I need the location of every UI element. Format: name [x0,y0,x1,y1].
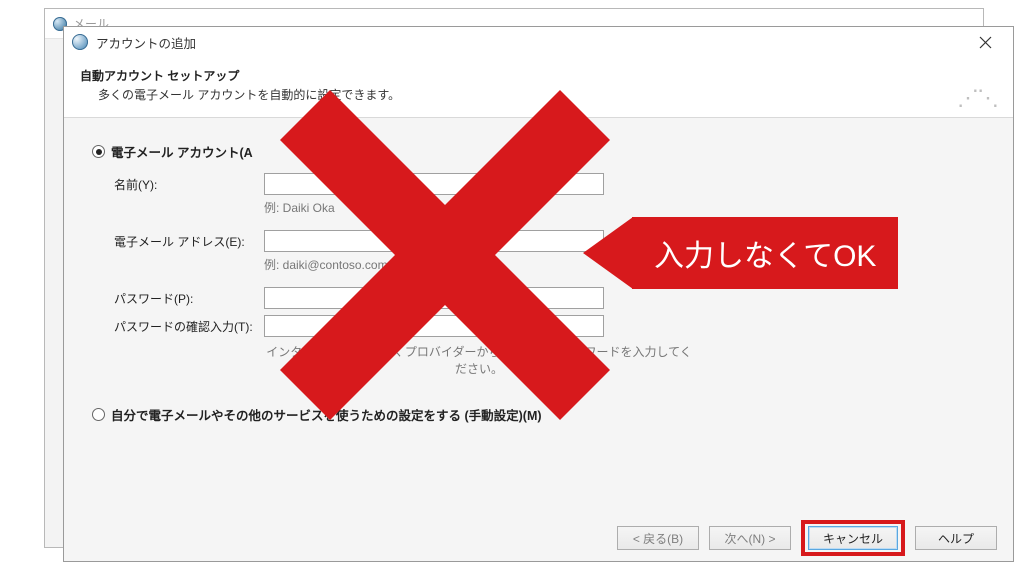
next-button[interactable]: 次へ(N) > [709,526,791,550]
email-input[interactable] [264,230,604,252]
isp-hint: インターネット サービス プロバイダーから提供されたパスワードを入力してください… [264,343,694,377]
radio-manual-label: 自分で電子メールやその他のサービスを使うための設定をする (手動設定)(M) [111,405,542,424]
radio-email-label: 電子メール アカウント(A [111,142,253,161]
help-button[interactable]: ヘルプ [915,526,997,550]
name-input[interactable] [264,173,604,195]
back-button[interactable]: < 戻る(B) [617,526,699,550]
close-icon [979,36,992,49]
dialog-content: 電子メール アカウント(A 名前(Y): 例: Daiki Oka 電子メール … [64,118,1013,515]
cursor-sparkle-icon: ⋰⋱ [957,85,997,111]
name-example: 例: Daiki Oka [264,199,985,216]
email-example: 例: daiki@contoso.com [264,256,985,273]
name-label: 名前(Y): [114,176,264,193]
email-label: 電子メール アドレス(E): [114,233,264,250]
radio-icon [92,145,105,158]
globe-icon [72,34,88,50]
radio-manual-setup[interactable]: 自分で電子メールやその他のサービスを使うための設定をする (手動設定)(M) [92,405,985,424]
dialog-title: アカウントの追加 [96,33,196,52]
cancel-highlight-box: キャンセル [801,520,905,556]
password-input[interactable] [264,287,604,309]
add-account-dialog: アカウントの追加 自動アカウント セットアップ 多くの電子メール アカウントを自… [63,26,1014,562]
radio-icon [92,408,105,421]
password-label: パスワード(P): [114,290,264,307]
dialog-header: 自動アカウント セットアップ 多くの電子メール アカウントを自動的に設定できます… [64,57,1013,118]
header-title: 自動アカウント セットアップ [80,67,997,84]
radio-email-account[interactable]: 電子メール アカウント(A [92,142,985,161]
close-button[interactable] [965,29,1005,55]
header-subtitle: 多くの電子メール アカウントを自動的に設定できます。 [98,86,997,103]
dialog-titlebar: アカウントの追加 [64,27,1013,57]
password-confirm-label: パスワードの確認入力(T): [114,318,264,335]
password-confirm-input[interactable] [264,315,604,337]
cancel-button[interactable]: キャンセル [808,526,898,550]
dialog-footer: < 戻る(B) 次へ(N) > キャンセル ヘルプ [64,515,1013,561]
